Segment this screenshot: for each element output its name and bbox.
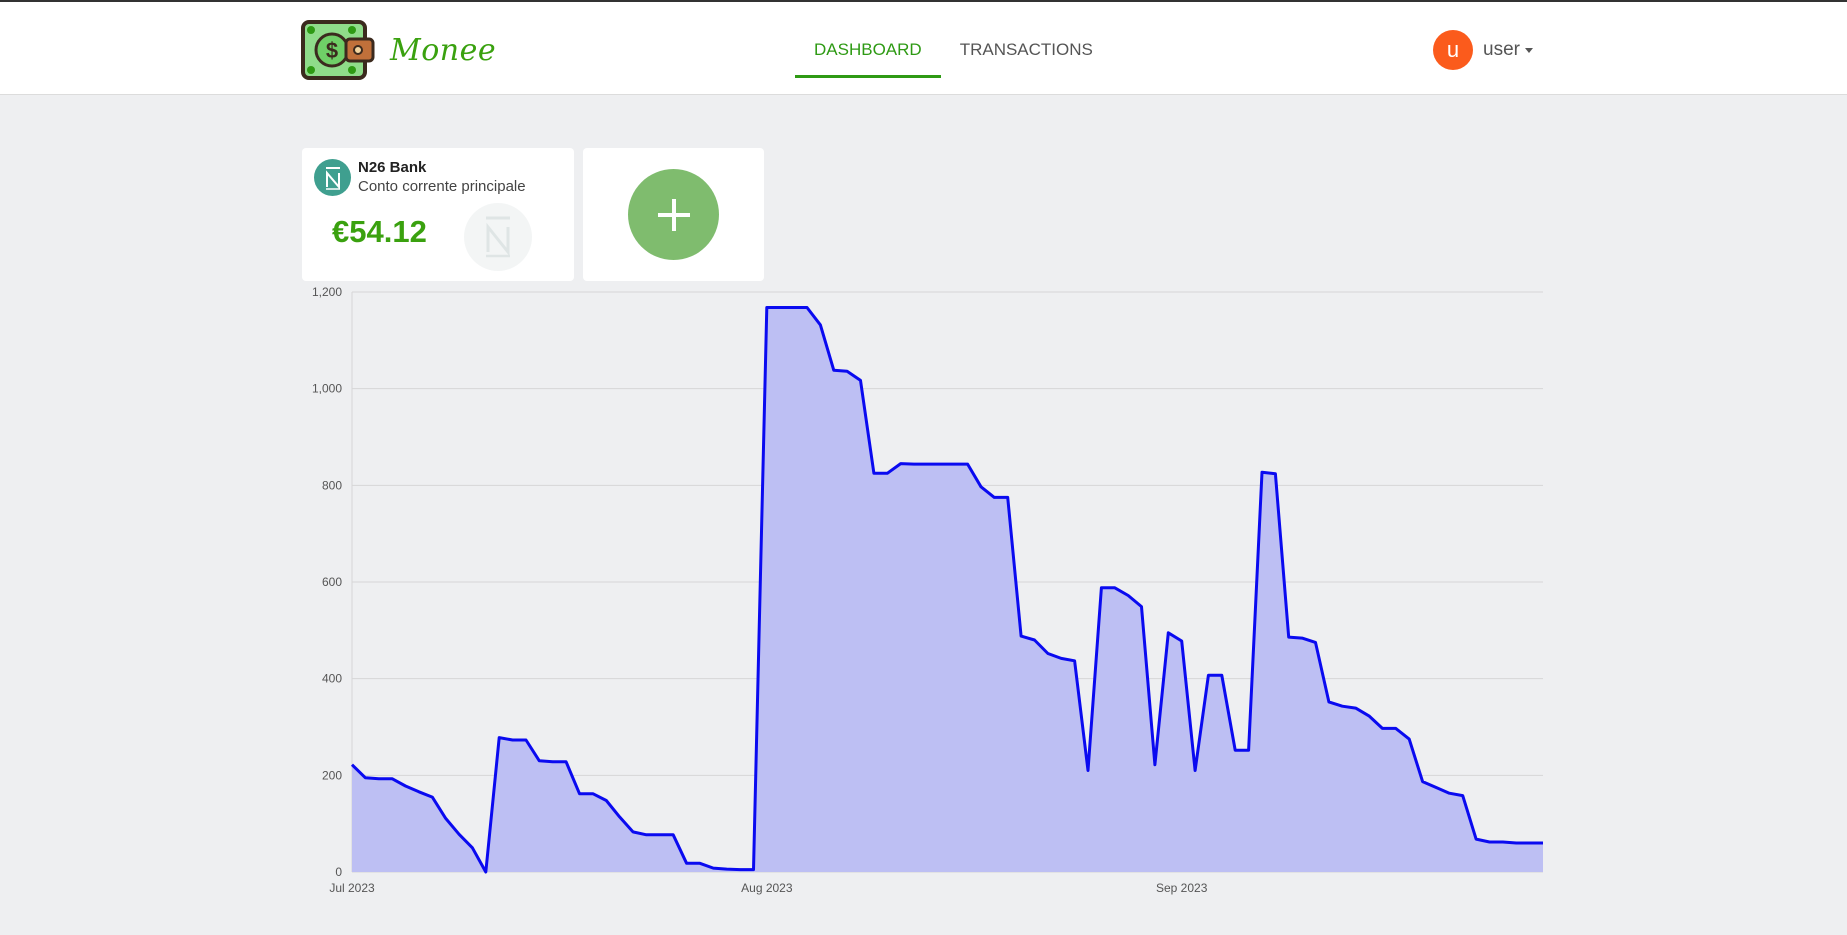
user-menu[interactable]: u user xyxy=(1433,30,1533,70)
y-axis-ticks: 0 200 400 600 800 1,000 1,200 xyxy=(312,285,342,879)
bank-name: N26 Bank xyxy=(358,159,427,176)
x-tick-label: Aug 2023 xyxy=(741,881,793,895)
x-tick-label: Jul 2023 xyxy=(329,881,375,895)
x-axis-ticks: Jul 2023 Aug 2023 Sep 2023 xyxy=(329,881,1207,895)
svg-text:$: $ xyxy=(326,38,338,63)
y-tick-label: 800 xyxy=(322,478,342,492)
y-tick-label: 400 xyxy=(322,672,342,686)
n26-watermark-icon xyxy=(464,203,532,271)
avatar[interactable]: u xyxy=(1433,30,1473,70)
tab-dashboard[interactable]: DASHBOARD xyxy=(795,30,941,78)
y-tick-label: 200 xyxy=(322,768,342,782)
n26-logo-icon xyxy=(314,159,351,196)
balance-chart: 0 200 400 600 800 1,000 1,200 Jul 2023 Aug 2023… xyxy=(312,285,1543,895)
top-navbar: $ Monee DASHBOARD TRANSACTIONS u user xyxy=(0,2,1847,95)
account-card[interactable]: N26 Bank Conto corrente principale €54.1… xyxy=(302,148,574,281)
y-tick-label: 600 xyxy=(322,575,342,589)
tab-transactions[interactable]: TRANSACTIONS xyxy=(941,30,1112,78)
brand[interactable]: $ Monee xyxy=(300,19,496,81)
brand-name: Monee xyxy=(390,32,497,68)
x-tick-label: Sep 2023 xyxy=(1156,881,1208,895)
main-nav: DASHBOARD TRANSACTIONS xyxy=(795,30,1112,78)
account-balance: €54.12 xyxy=(332,214,427,249)
y-tick-label: 1,200 xyxy=(312,285,342,299)
account-description: Conto corrente principale xyxy=(358,178,526,195)
y-tick-label: 1,000 xyxy=(312,382,342,396)
add-account-button[interactable] xyxy=(628,169,719,260)
y-tick-label: 0 xyxy=(335,865,342,879)
plus-icon xyxy=(657,198,690,231)
balance-area xyxy=(352,307,1543,872)
add-account-card[interactable] xyxy=(583,148,764,281)
caret-down-icon[interactable] xyxy=(1524,47,1533,53)
wallet-money-icon: $ xyxy=(301,20,375,80)
user-name[interactable]: user xyxy=(1483,39,1520,61)
